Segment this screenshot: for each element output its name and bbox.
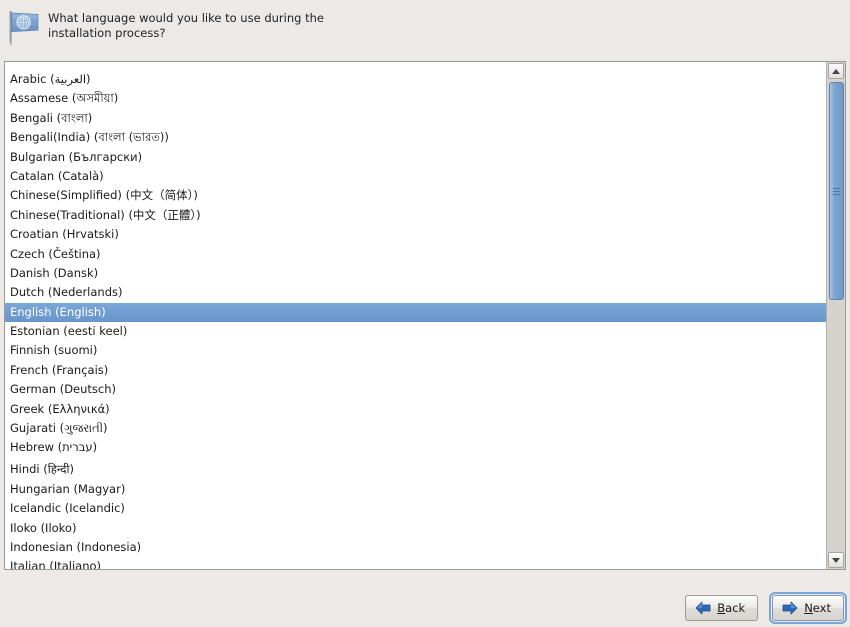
- arrow-right-icon: [782, 601, 798, 614]
- language-list-viewport[interactable]: Arabic (العربية) Assamese (অসমীয়া) Bengal…: [5, 62, 826, 569]
- language-list-items: Arabic (العربية) Assamese (অসমীয়া) Bengal…: [5, 62, 826, 569]
- list-item[interactable]: German (Deutsch): [5, 380, 826, 399]
- list-item[interactable]: Finnish (suomi): [5, 341, 826, 360]
- next-label-mnemonic: N: [804, 600, 813, 615]
- list-item[interactable]: Dutch (Nederlands): [5, 283, 826, 302]
- list-item[interactable]: French (Français): [5, 361, 826, 380]
- language-listbox[interactable]: Arabic (العربية) Assamese (অসমীয়া) Bengal…: [4, 61, 846, 570]
- list-item[interactable]: Bengali (বাংলা): [5, 109, 826, 128]
- list-item[interactable]: Bulgarian (Български): [5, 148, 826, 167]
- next-button-label: Next: [804, 601, 831, 615]
- vertical-scrollbar[interactable]: [826, 62, 845, 569]
- list-item[interactable]: Hungarian (Magyar): [5, 480, 826, 499]
- header-prompt: What language would you like to use duri…: [48, 11, 324, 40]
- list-item[interactable]: Italian (Italiano): [5, 557, 826, 569]
- list-item[interactable]: Catalan (Català): [5, 167, 826, 186]
- scrollbar-thumb[interactable]: [829, 82, 844, 300]
- list-item[interactable]: Icelandic (Icelandic): [5, 499, 826, 518]
- list-item[interactable]: Chinese(Traditional) (中文（正體）): [5, 206, 826, 225]
- back-button[interactable]: Back: [685, 594, 759, 621]
- header-banner: What language would you like to use duri…: [0, 0, 850, 52]
- next-button[interactable]: Next: [769, 591, 847, 624]
- un-flag-icon: [9, 11, 39, 46]
- navigation-button-bar: Back Next: [0, 588, 850, 627]
- list-item[interactable]: Iloko (Iloko): [5, 519, 826, 538]
- back-button-label: Back: [717, 601, 745, 615]
- list-item[interactable]: Indonesian (Indonesia): [5, 538, 826, 557]
- back-label-suffix: ack: [725, 600, 746, 615]
- list-item[interactable]: Danish (Dansk): [5, 264, 826, 283]
- triangle-up-glyph: [832, 68, 840, 74]
- list-item[interactable]: Chinese(Simplified) (中文（简体）): [5, 186, 826, 205]
- list-item[interactable]: Gujarati (ગુજરાતી): [5, 419, 826, 438]
- arrow-left-icon: [695, 601, 711, 614]
- list-item[interactable]: Czech (Čeština): [5, 245, 826, 264]
- list-item[interactable]: Estonian (eesti keel): [5, 322, 826, 341]
- scrollbar-grip-icon: [833, 187, 840, 195]
- scroll-down-icon[interactable]: [828, 552, 844, 568]
- scroll-up-icon[interactable]: [828, 63, 844, 79]
- list-item[interactable]: Hindi (हिन्दी): [5, 458, 826, 480]
- next-label-suffix: ext: [812, 600, 831, 615]
- list-item[interactable]: Croatian (Hrvatski): [5, 225, 826, 244]
- triangle-down-glyph: [832, 557, 840, 563]
- list-item[interactable]: Arabic (العربية): [5, 70, 826, 89]
- back-label-mnemonic: B: [717, 600, 726, 615]
- list-item[interactable]: Assamese (অসমীয়া): [5, 89, 826, 108]
- list-item[interactable]: Bengali(India) (বাংলা (ভারত)): [5, 128, 826, 147]
- list-item[interactable]: Greek (Ελληνικά): [5, 400, 826, 419]
- list-item[interactable]: Hebrew (עברית): [5, 438, 826, 457]
- list-item[interactable]: English (English): [5, 302, 826, 323]
